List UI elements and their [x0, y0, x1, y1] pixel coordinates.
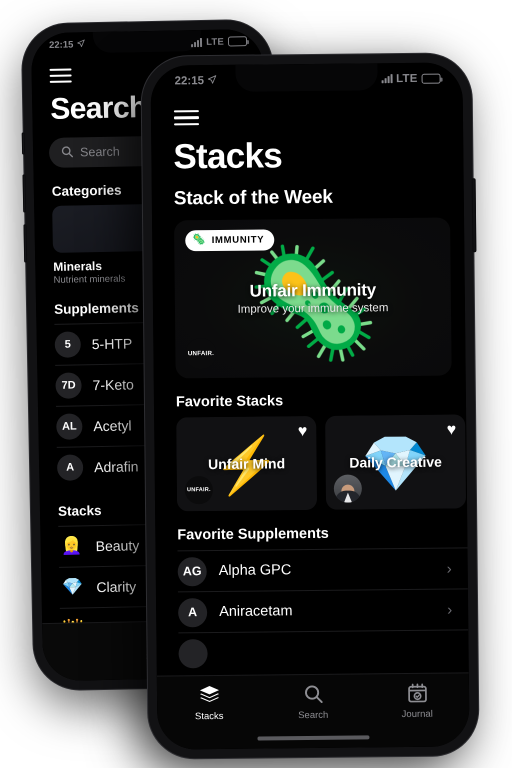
list-item-label: 7-Keto	[92, 376, 134, 394]
power-button[interactable]	[471, 178, 477, 253]
favorite-stack-card[interactable]: ⚡ Unfair Mind ♥ UNFAIR.	[176, 415, 318, 512]
battery-icon	[421, 73, 441, 84]
heart-icon[interactable]: ♥	[298, 423, 308, 441]
section-favorite-supplements: Favorite Supplements	[177, 525, 329, 544]
brand-logo: UNFAIR.	[185, 337, 217, 370]
avatar: 7D	[55, 372, 82, 399]
stack-of-the-week-overlay: Unfair Immunity Improve your immune syst…	[175, 280, 451, 317]
card-title: Unfair Mind	[208, 455, 286, 473]
card-title: Daily Creative	[349, 453, 442, 471]
tab-label: Search	[298, 709, 329, 722]
calendar-check-icon	[407, 683, 427, 703]
list-item-label: Clarity	[96, 578, 137, 596]
tab-label: Stacks	[194, 710, 224, 723]
list-item-label: Beauty	[95, 537, 140, 555]
status-bar: 22:15 LTE	[31, 29, 263, 57]
avatar: AL	[56, 413, 83, 440]
heart-icon[interactable]: ♥	[447, 421, 457, 439]
status-badge: 🦠 IMMUNITY	[185, 229, 275, 252]
layers-icon	[199, 686, 219, 703]
chevron-right-icon: ›	[446, 560, 452, 578]
location-arrow-icon	[77, 39, 85, 50]
signal-bars-icon	[191, 37, 203, 47]
page-title: Stacks	[173, 136, 283, 177]
chevron-right-icon: ›	[447, 601, 453, 619]
avatar: 5	[54, 331, 82, 358]
tab-stacks[interactable]: Stacks	[157, 685, 261, 723]
list-item-label: Aniracetam	[219, 603, 293, 620]
list-item[interactable]: A Aniracetam ›	[177, 588, 469, 633]
badge-label: IMMUNITY	[211, 234, 265, 247]
tab-search[interactable]: Search	[261, 683, 365, 721]
section-stack-of-the-week: Stack of the Week	[173, 186, 333, 210]
hamburger-menu-icon[interactable]	[49, 68, 72, 83]
stack-of-the-week-card[interactable]: 🦠 Unfair Immunity Improve your immune sy…	[174, 217, 452, 379]
search-placeholder: Search	[79, 144, 120, 160]
avatar	[178, 638, 208, 668]
virus-icon: 🦠	[192, 234, 207, 247]
network-label: LTE	[396, 72, 418, 85]
signal-bars-icon	[381, 74, 393, 84]
brand-logo: UNFAIR.	[184, 476, 214, 505]
status-time: 22:15	[48, 38, 74, 51]
gem-icon: 💎	[61, 577, 84, 597]
search-icon	[304, 685, 323, 703]
list-item[interactable]	[178, 629, 469, 674]
list-item[interactable]: AG Alpha GPC ›	[177, 547, 468, 592]
tab-journal[interactable]: Journal	[365, 682, 469, 720]
home-indicator	[257, 735, 370, 741]
avatar: A	[178, 597, 208, 627]
network-label: LTE	[206, 36, 225, 48]
list-item-label: Acetyl	[93, 417, 132, 435]
status-time: 22:15	[174, 74, 205, 87]
avatar: A	[56, 454, 84, 481]
favorite-stack-card[interactable]: 💎 Daily Creative ♥	[325, 414, 467, 510]
stacks-screen: Stacks Stack of the Week 🦠 Unfair Immuni…	[150, 62, 470, 750]
list-item-label: Adrafin	[93, 458, 139, 476]
section-favorite-stacks: Favorite Stacks	[175, 393, 284, 411]
stack-subtitle: Improve your immune system	[237, 302, 389, 316]
location-arrow-icon	[208, 74, 217, 86]
list-item-label: Alpha GPC	[218, 562, 292, 579]
avatar: AG	[177, 556, 207, 586]
phone-front-bezel: 22:15 LTE Stacks Stack of the Week 🦠 Unf…	[150, 62, 470, 750]
phone-front: 22:15 LTE Stacks Stack of the Week 🦠 Unf…	[141, 53, 479, 759]
search-icon	[61, 145, 73, 160]
hamburger-menu-icon[interactable]	[173, 110, 200, 126]
volume-down-button[interactable]	[23, 224, 28, 263]
tab-label: Journal	[401, 708, 433, 721]
list-item-label: 5-HTP	[91, 335, 133, 353]
stack-title: Unfair Immunity	[249, 280, 377, 301]
battery-icon	[227, 36, 248, 47]
tab-bar: Stacks Search Journal	[156, 672, 470, 750]
volume-up-button[interactable]	[22, 174, 27, 213]
mute-switch[interactable]	[21, 132, 26, 155]
favorite-stacks-carousel[interactable]: ⚡ Unfair Mind ♥ UNFAIR. 💎 Daily Creative…	[176, 414, 467, 512]
phone-front-screen: 22:15 LTE Stacks Stack of the Week 🦠 Unf…	[150, 62, 470, 750]
status-bar: 22:15 LTE	[150, 62, 462, 96]
avatar	[333, 474, 363, 503]
person-icon: 👱‍♀️	[60, 536, 83, 556]
scene: 22:15 LTE Search Search Categories Miner…	[0, 0, 512, 768]
